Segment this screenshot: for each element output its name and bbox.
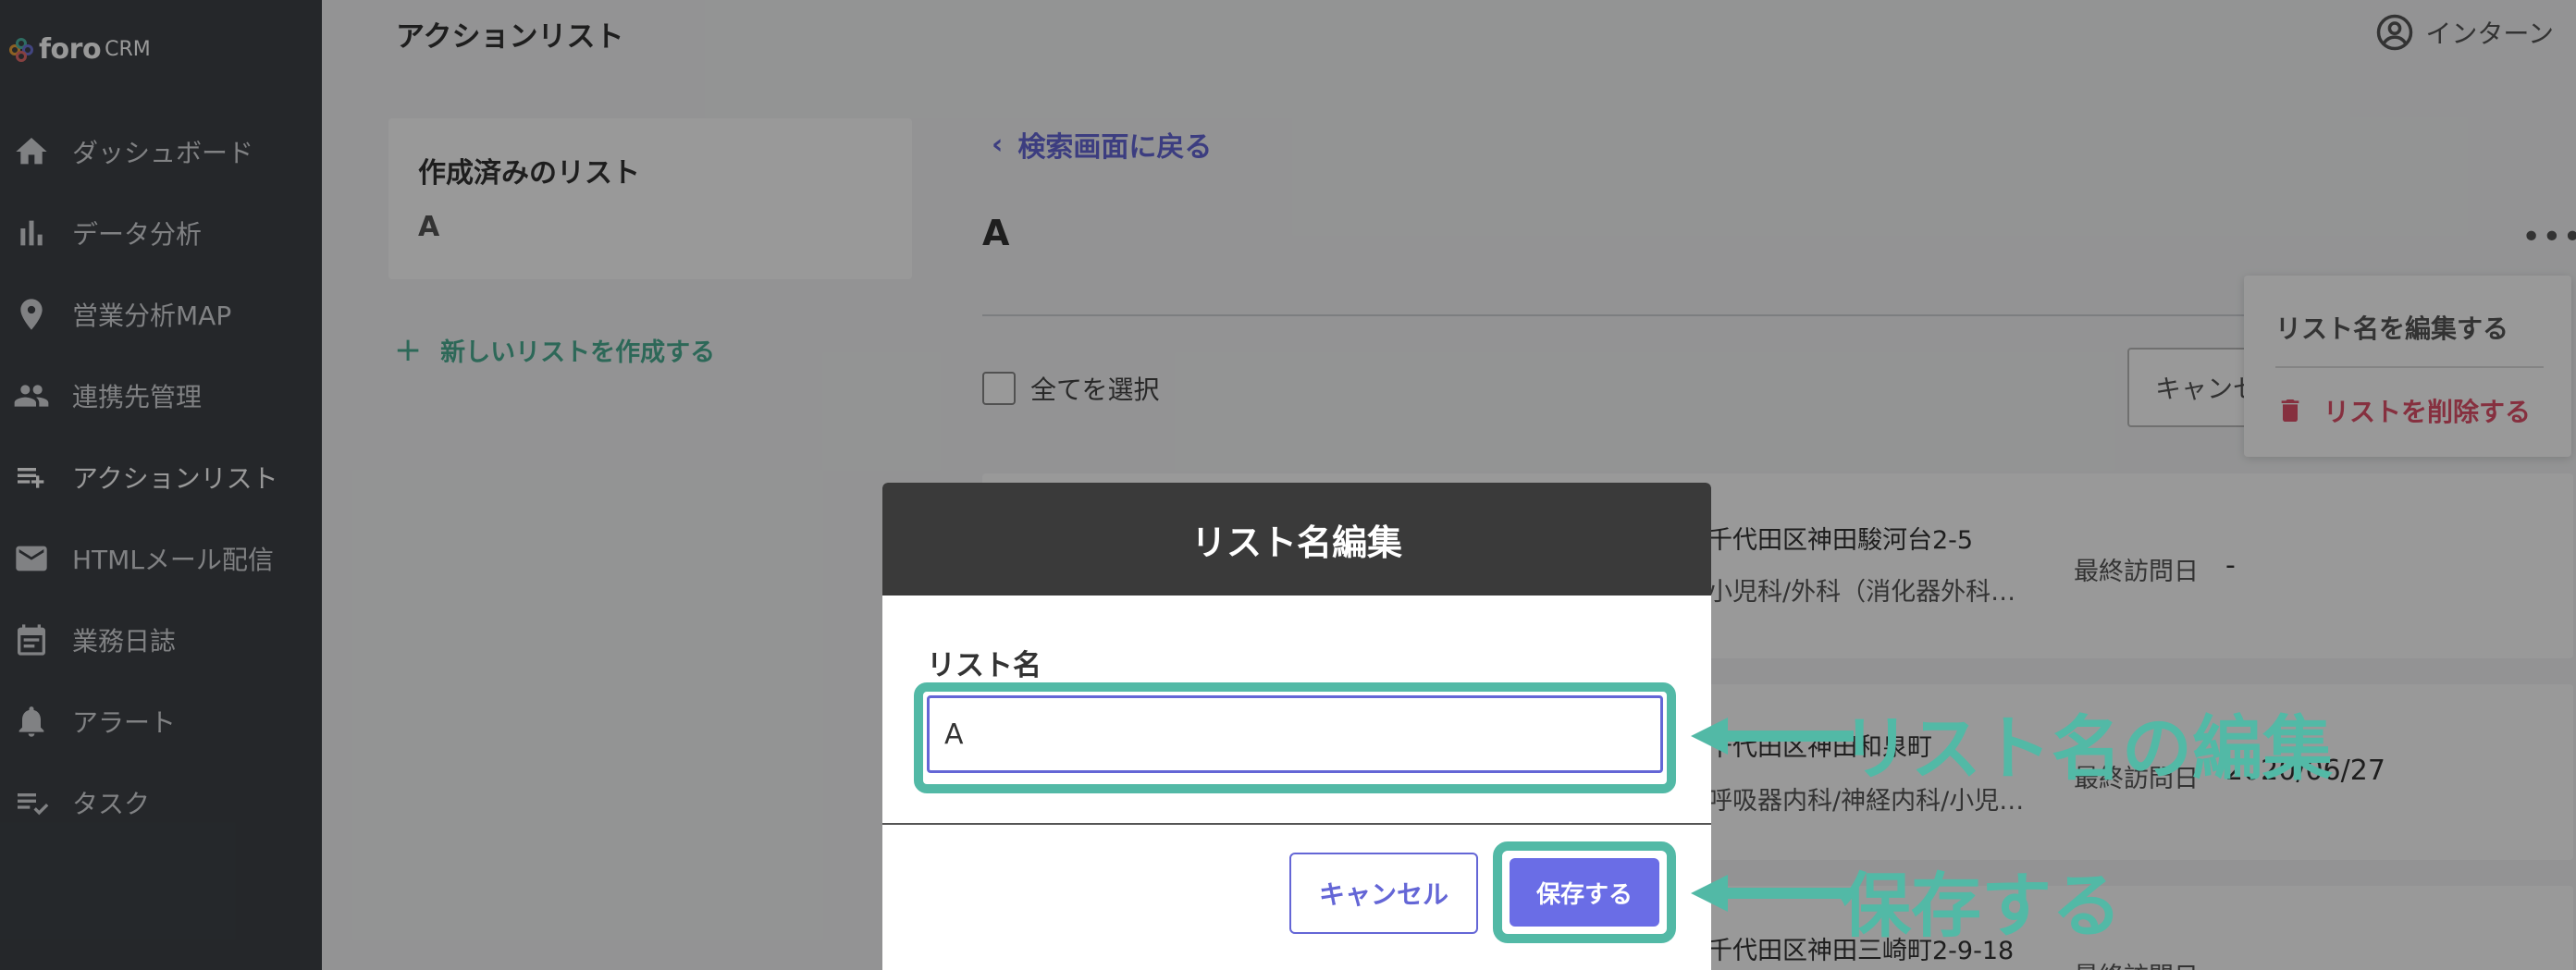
dialog-title: リスト名編集	[882, 483, 1711, 596]
dialog-divider	[882, 823, 1711, 825]
edit-list-name-dialog: リスト名編集 リスト名 キャンセル 保存する	[882, 483, 1711, 970]
arrow-left-icon	[1691, 875, 1854, 912]
list-name-label: リスト名	[927, 649, 1041, 682]
list-name-input[interactable]	[927, 695, 1663, 773]
cancel-button[interactable]: キャンセル	[1289, 853, 1478, 934]
save-button[interactable]: 保存する	[1510, 858, 1659, 927]
arrow-left-icon	[1691, 718, 1854, 755]
annotation-edit: リスト名の編集	[1841, 707, 2333, 790]
annotation-save: 保存する	[1841, 865, 2122, 947]
